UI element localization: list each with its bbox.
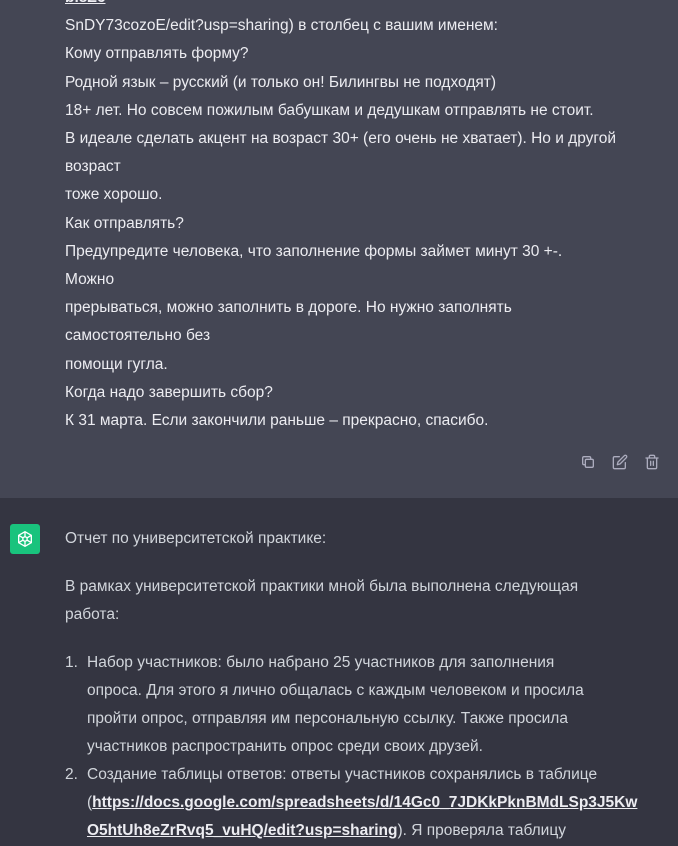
message-line: 18+ лет. Но совсем пожилым бабушкам и де… bbox=[65, 101, 594, 119]
list-line: пройти опрос, отправляя им персональную … bbox=[87, 710, 568, 727]
edit-button[interactable] bbox=[610, 452, 630, 472]
list-line: опроса. Для этого я лично общалась с каж… bbox=[87, 682, 584, 699]
list-line: Набор участников: было набрано 25 участн… bbox=[87, 654, 555, 671]
copy-icon bbox=[582, 456, 594, 468]
message-line: SnDY73cozoE/edit?usp=sharing) в столбец … bbox=[65, 17, 498, 35]
message-line: тоже хорошо. bbox=[65, 186, 163, 204]
user-message-text: bl8Z6 SnDY73cozoE/edit?usp=sharing) в ст… bbox=[65, 0, 645, 435]
delete-button[interactable] bbox=[642, 452, 662, 472]
message-line: Как отправлять? bbox=[65, 214, 184, 232]
list-line: Создание таблицы ответов: ответы участни… bbox=[87, 766, 598, 783]
list-item: 1. Набор участников: было набрано 25 уча… bbox=[65, 649, 645, 761]
paragraph-line: работа: bbox=[65, 606, 120, 623]
list-line: участников распространить опрос среди св… bbox=[87, 738, 483, 755]
message-line: К 31 марта. Если закончили раньше – прек… bbox=[65, 412, 489, 430]
list-line-tail: ). Я проверяла таблицу bbox=[397, 822, 566, 839]
spreadsheet-link-continued[interactable]: O5htUh8eZrRvq5_vuHQ/edit?usp=sharing bbox=[87, 822, 398, 839]
chat-page: bl8Z6 SnDY73cozoE/edit?usp=sharing) в ст… bbox=[0, 0, 678, 846]
assistant-message-text: Отчет по университетской практике: В рам… bbox=[65, 525, 645, 845]
openai-logo-icon bbox=[18, 531, 32, 547]
copy-button[interactable] bbox=[578, 452, 598, 472]
message-line: В идеале сделать акцент на возраст 30+ (… bbox=[65, 130, 617, 148]
list-number: 2. bbox=[65, 766, 78, 783]
list-line: O5htUh8eZrRvq5_vuHQ/edit?usp=sharing). Я… bbox=[87, 817, 645, 845]
paragraph-line: В рамках университетской практики мной б… bbox=[65, 578, 579, 595]
user-message-block: bl8Z6 SnDY73cozoE/edit?usp=sharing) в ст… bbox=[0, 0, 678, 498]
message-line: прерываться, можно заполнить в дороге. Н… bbox=[65, 299, 512, 317]
assistant-avatar bbox=[10, 524, 40, 554]
message-line: Когда надо завершить сбор? bbox=[65, 383, 273, 401]
message-actions bbox=[578, 452, 662, 472]
message-line: Предупредите человека, что заполнение фо… bbox=[65, 242, 563, 260]
spreadsheet-link[interactable]: https://docs.google.com/spreadsheets/d/1… bbox=[92, 794, 637, 811]
list-item: 2. Создание таблицы ответов: ответы учас… bbox=[65, 761, 645, 845]
message-line: самостоятельно без bbox=[65, 327, 211, 345]
report-intro-paragraph: В рамках университетской практики мной б… bbox=[65, 573, 645, 629]
edit-icon bbox=[612, 454, 628, 470]
link-fragment[interactable]: bl8Z6 bbox=[65, 0, 645, 12]
list-number: 1. bbox=[65, 654, 78, 671]
message-line: возраст bbox=[65, 158, 121, 176]
report-title: Отчет по университетской практике: bbox=[65, 530, 327, 547]
trash-icon bbox=[645, 454, 659, 470]
message-line: Кому отправлять форму? bbox=[65, 45, 249, 63]
message-line: Родной язык – русский (и только он! Били… bbox=[65, 73, 497, 91]
message-line: помощи гугла. bbox=[65, 355, 168, 373]
list-line: (https://docs.google.com/spreadsheets/d/… bbox=[87, 789, 645, 817]
message-line: Можно bbox=[65, 271, 115, 289]
